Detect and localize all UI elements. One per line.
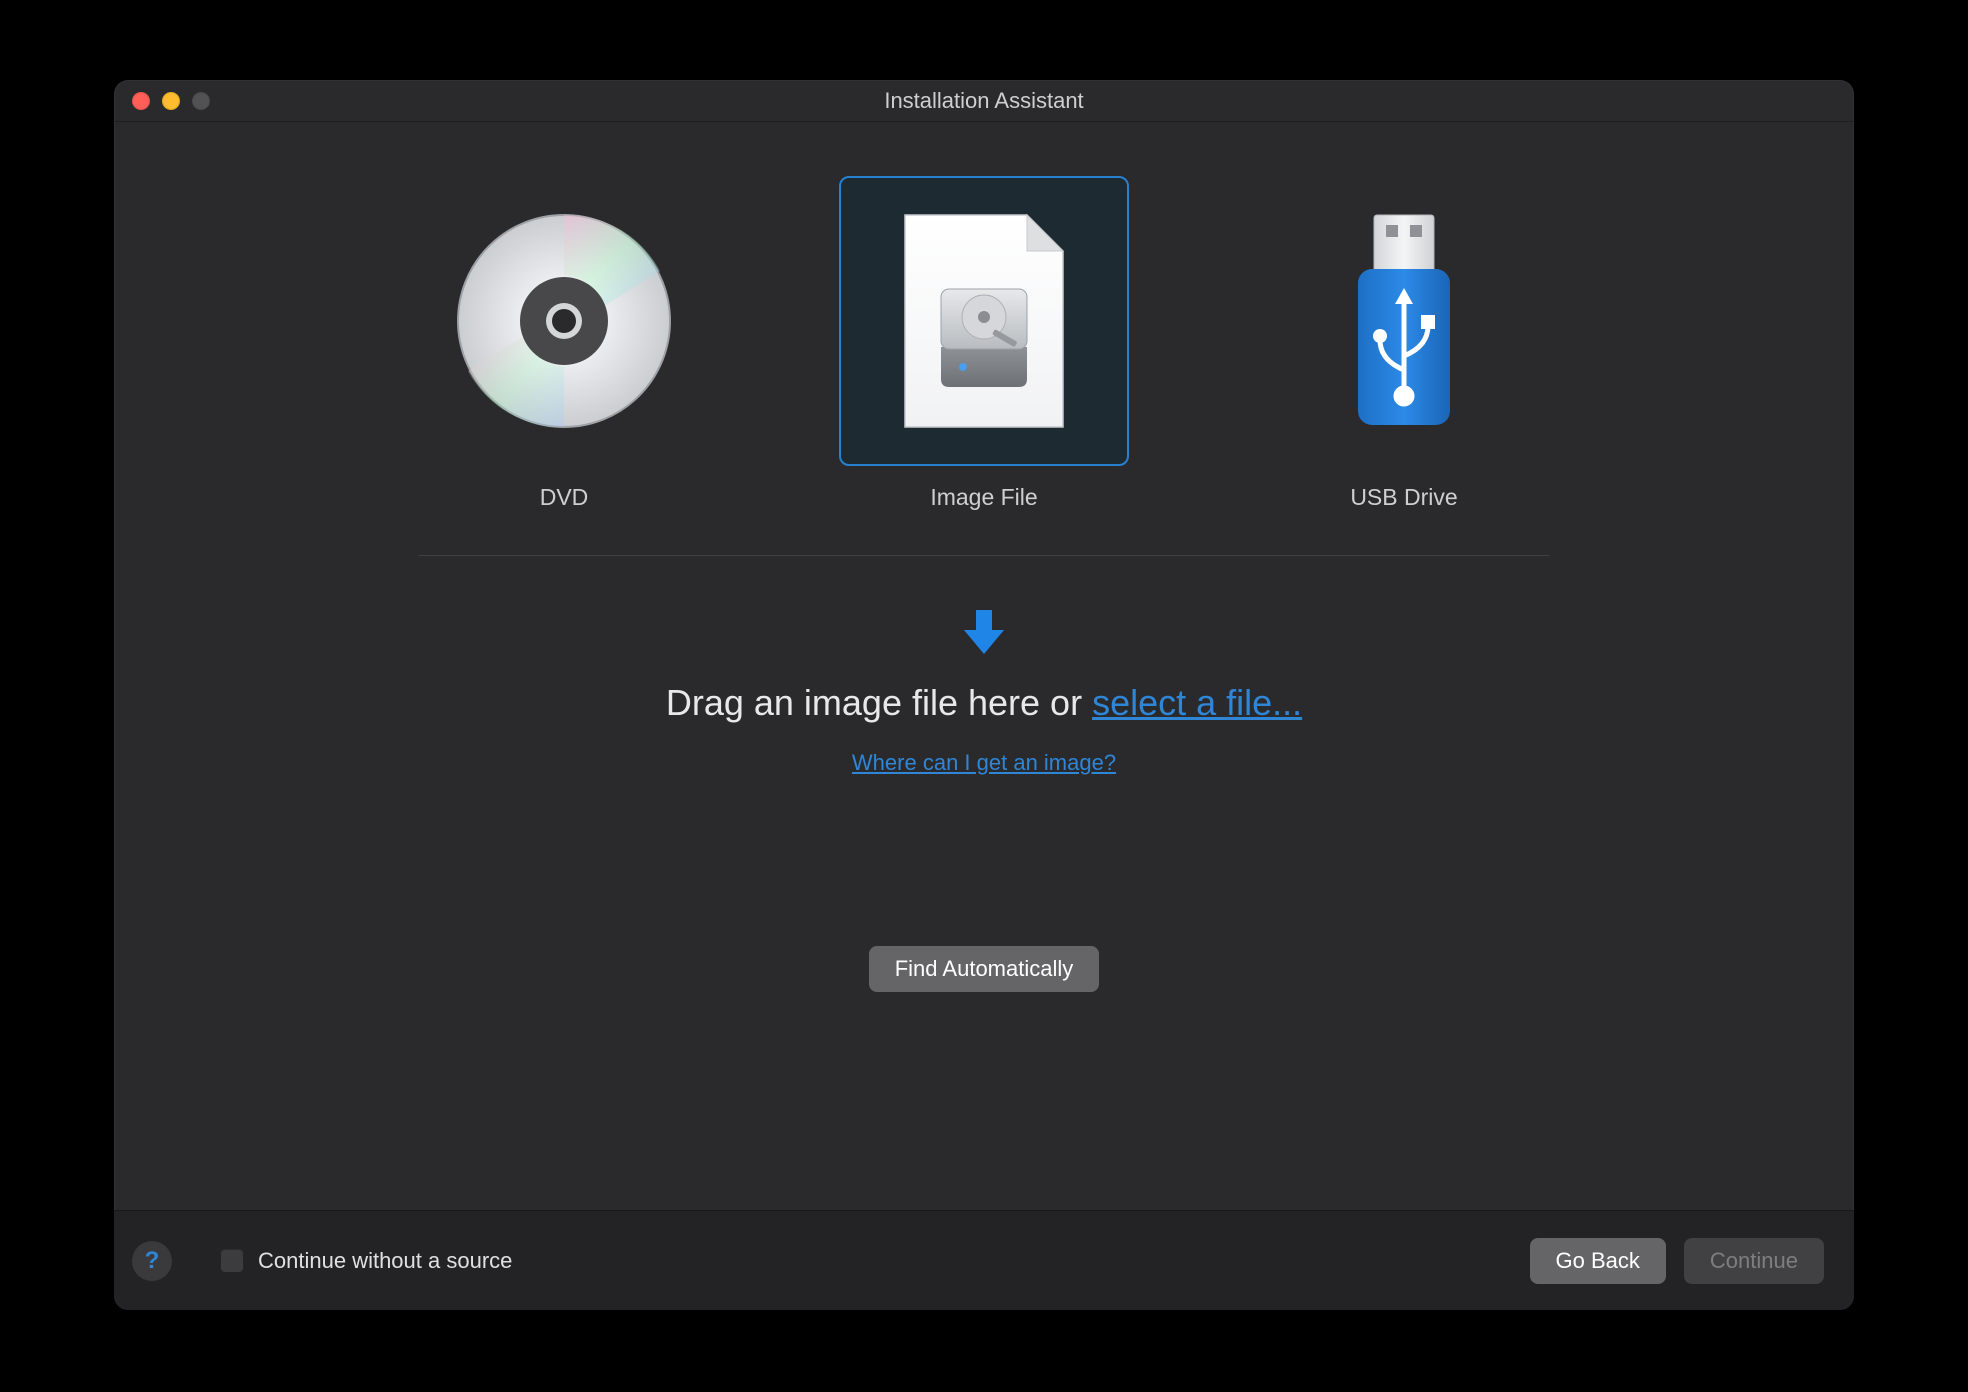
where-get-image-link[interactable]: Where can I get an image?	[852, 750, 1116, 776]
dvd-icon	[454, 211, 674, 431]
continue-without-source-checkbox[interactable]: Continue without a source	[220, 1248, 512, 1274]
content-area: DVD	[114, 122, 1854, 1210]
option-usb-drive[interactable]: USB Drive	[1259, 176, 1549, 511]
go-back-button[interactable]: Go Back	[1530, 1238, 1666, 1284]
option-dvd-label: DVD	[540, 484, 589, 511]
drop-area[interactable]: Drag an image file here or select a file…	[666, 608, 1302, 776]
window-title: Installation Assistant	[114, 88, 1854, 114]
dvd-icon-box	[419, 176, 709, 466]
checkbox-icon	[220, 1249, 244, 1273]
minimize-icon[interactable]	[162, 92, 180, 110]
window-controls	[132, 92, 210, 110]
option-image-file-label: Image File	[930, 484, 1037, 511]
option-image-file[interactable]: Image File	[839, 176, 1129, 511]
option-dvd[interactable]: DVD	[419, 176, 709, 511]
usb-icon-box	[1259, 176, 1549, 466]
close-icon[interactable]	[132, 92, 150, 110]
option-usb-drive-label: USB Drive	[1350, 484, 1457, 511]
select-file-link[interactable]: select a file...	[1092, 682, 1302, 723]
image-file-icon	[899, 211, 1069, 431]
drop-prompt: Drag an image file here or select a file…	[666, 682, 1302, 724]
usb-drive-icon	[1344, 211, 1464, 431]
help-button[interactable]: ?	[132, 1241, 172, 1281]
find-automatically-button[interactable]: Find Automatically	[869, 946, 1100, 992]
footer: ? Continue without a source Go Back Cont…	[114, 1210, 1854, 1310]
source-options: DVD	[419, 176, 1549, 511]
continue-without-source-label: Continue without a source	[258, 1248, 512, 1274]
continue-button: Continue	[1684, 1238, 1824, 1284]
help-icon: ?	[145, 1247, 160, 1275]
drop-prompt-text: Drag an image file here or	[666, 682, 1092, 723]
installation-assistant-window: Installation Assistant	[114, 80, 1854, 1310]
divider	[419, 555, 1549, 556]
zoom-icon	[192, 92, 210, 110]
titlebar: Installation Assistant	[114, 80, 1854, 122]
image-file-icon-box	[839, 176, 1129, 466]
arrow-down-icon	[962, 608, 1006, 656]
